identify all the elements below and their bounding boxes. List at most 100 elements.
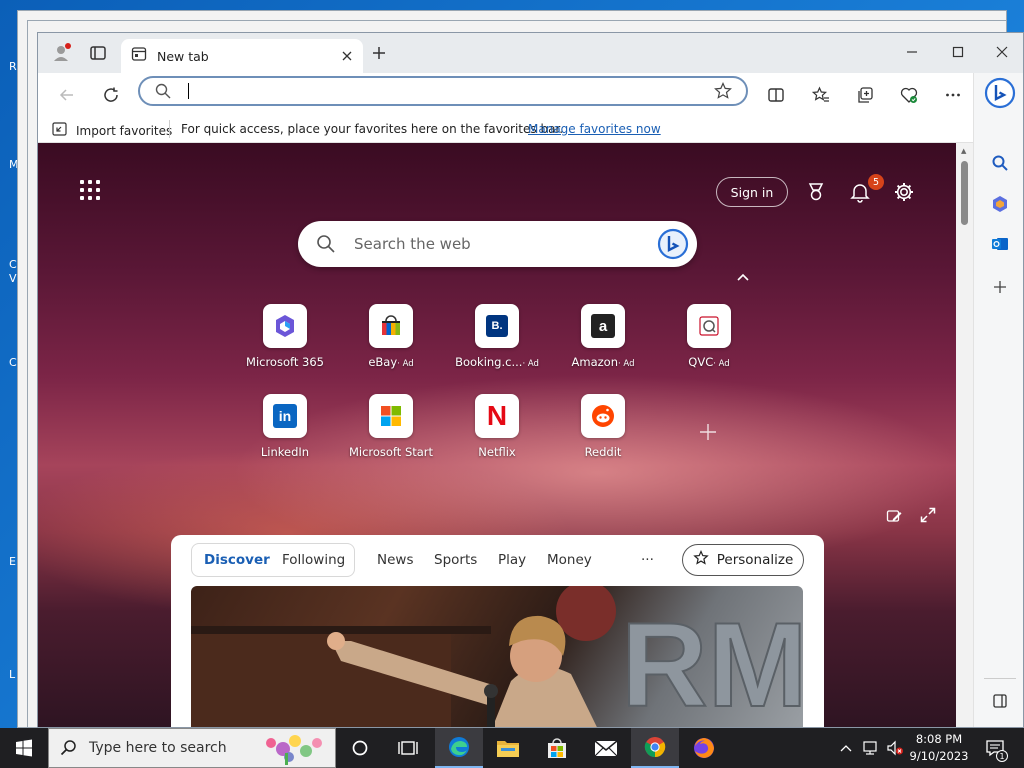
tab-play[interactable]: Play xyxy=(498,552,526,568)
hide-sidebar-icon[interactable] xyxy=(987,688,1013,714)
quick-link-ebay[interactable]: eBay· Ad xyxy=(336,304,446,380)
tab-news[interactable]: News xyxy=(377,552,413,568)
search-highlight-flowers-icon xyxy=(259,731,331,768)
desktop-icon-label[interactable]: R xyxy=(9,60,17,73)
tab-title: New tab xyxy=(157,48,209,64)
personalize-label: Personalize xyxy=(716,552,794,568)
expand-icon[interactable] xyxy=(920,507,936,527)
firefox-icon[interactable] xyxy=(680,728,728,768)
outlook-icon[interactable] xyxy=(987,231,1013,257)
tab-sports[interactable]: Sports xyxy=(434,552,477,568)
file-explorer-icon[interactable] xyxy=(484,728,532,768)
back-arrow-icon[interactable] xyxy=(52,81,82,109)
collapse-chevron-icon[interactable] xyxy=(736,267,750,286)
taskbar-edge-icon[interactable] xyxy=(435,728,483,768)
microsoft-365-icon xyxy=(263,304,307,348)
manage-favorites-link[interactable]: Manage favorites now xyxy=(528,122,661,136)
desktop-icon-label[interactable]: V xyxy=(9,272,17,285)
taskbar-clock[interactable]: 8:08 PM 9/10/2023 xyxy=(908,731,970,765)
profile-icon[interactable] xyxy=(50,41,74,65)
import-favorites-button[interactable]: Import favorites xyxy=(52,121,172,140)
text-caret xyxy=(188,83,189,99)
desktop-icon-label[interactable]: C xyxy=(9,356,17,369)
page-scrollbar[interactable]: ▲ xyxy=(956,143,973,727)
volume-muted-icon[interactable] xyxy=(884,728,906,768)
quick-link-netflix[interactable]: N Netflix xyxy=(442,394,552,470)
new-tab-plus-icon[interactable] xyxy=(367,41,391,65)
taskbar-search-input[interactable]: Type here to search xyxy=(48,728,336,768)
favorite-star-icon[interactable] xyxy=(714,82,732,104)
hero-sign-text: RM xyxy=(621,598,803,728)
tab-new-tab[interactable]: New tab xyxy=(121,39,363,73)
more-tabs-button[interactable]: ··· xyxy=(641,552,654,568)
notification-badge: 5 xyxy=(868,174,884,190)
refresh-icon[interactable] xyxy=(96,81,126,109)
tile-label: Booking.c... xyxy=(455,355,523,369)
web-search-input[interactable]: Search the web xyxy=(298,221,697,267)
collections-icon[interactable] xyxy=(850,81,880,109)
task-view-icon[interactable] xyxy=(386,728,430,768)
add-sidebar-app-icon[interactable] xyxy=(987,274,1013,300)
booking-icon: B. xyxy=(475,304,519,348)
favorites-icon[interactable] xyxy=(806,81,836,109)
qvc-icon xyxy=(687,304,731,348)
quick-link-reddit[interactable]: Reddit xyxy=(548,394,658,470)
search-icon xyxy=(60,739,78,761)
network-icon[interactable] xyxy=(860,728,882,768)
quick-link-microsoft-start[interactable]: Microsoft Start xyxy=(336,394,446,470)
reddit-icon xyxy=(581,394,625,438)
title-bar: New tab xyxy=(38,33,1023,73)
close-tab-icon[interactable] xyxy=(341,47,353,66)
start-windows-icon[interactable] xyxy=(0,728,48,768)
settings-gear-icon[interactable] xyxy=(891,179,917,205)
microsoft-store-icon[interactable] xyxy=(533,728,581,768)
scrollbar-thumb[interactable] xyxy=(961,161,968,225)
sidebar-search-icon[interactable] xyxy=(987,150,1013,176)
action-center-icon[interactable]: 1 xyxy=(978,728,1012,768)
hero-news-image[interactable]: RM xyxy=(191,586,803,728)
tab-following[interactable]: Following xyxy=(282,552,345,568)
netflix-icon: N xyxy=(475,394,519,438)
scroll-up-icon[interactable]: ▲ xyxy=(961,147,966,155)
maximize-icon[interactable] xyxy=(935,35,981,69)
quick-link-linkedin[interactable]: in LinkedIn xyxy=(230,394,340,470)
browser-essentials-icon[interactable] xyxy=(894,81,924,109)
quick-link-amazon[interactable]: a Amazon· Ad xyxy=(548,304,658,380)
edit-background-icon[interactable] xyxy=(886,508,902,528)
show-hidden-icons-chevron-icon[interactable] xyxy=(836,728,856,768)
add-quick-link-icon[interactable] xyxy=(699,423,717,445)
import-icon xyxy=(52,121,70,140)
ebay-bag-icon xyxy=(369,304,413,348)
sparkle-star-icon xyxy=(692,550,709,570)
bing-chat-icon[interactable] xyxy=(984,77,1016,109)
bing-chat-icon[interactable] xyxy=(657,228,689,264)
rewards-icon[interactable] xyxy=(803,179,829,205)
tab-discover[interactable]: Discover xyxy=(204,552,270,568)
cortana-circle-icon[interactable] xyxy=(338,728,382,768)
sign-in-button[interactable]: Sign in xyxy=(716,177,788,207)
desktop-icon-label[interactable]: L xyxy=(9,668,15,681)
desktop-icon-label[interactable]: E xyxy=(9,555,16,568)
minimize-icon[interactable] xyxy=(889,35,935,69)
taskbar-search-placeholder: Type here to search xyxy=(89,740,227,756)
tab-actions-icon[interactable] xyxy=(86,41,110,65)
quick-link-qvc[interactable]: QVC· Ad xyxy=(654,304,764,380)
windows-taskbar: Type here to search 8:08 PM 9/10/2023 1 xyxy=(0,728,1024,768)
chrome-icon[interactable] xyxy=(631,728,679,768)
address-bar[interactable] xyxy=(138,76,748,106)
tab-money[interactable]: Money xyxy=(547,552,592,568)
copilot-icon[interactable] xyxy=(987,191,1013,217)
tile-label: Reddit xyxy=(584,445,622,459)
quick-link-microsoft-365[interactable]: Microsoft 365 xyxy=(230,304,340,380)
app-launcher-icon[interactable] xyxy=(80,180,100,200)
split-screen-icon[interactable] xyxy=(761,81,791,109)
tile-label: Amazon xyxy=(571,355,618,369)
quick-link-booking[interactable]: B. Booking.c...· Ad xyxy=(442,304,552,380)
close-window-icon[interactable] xyxy=(979,35,1023,69)
mail-icon[interactable] xyxy=(582,728,630,768)
desktop-icon-label[interactable]: C xyxy=(9,258,17,271)
more-options-icon[interactable] xyxy=(938,81,968,109)
personalize-button[interactable]: Personalize xyxy=(682,544,804,576)
favorites-divider xyxy=(169,120,170,138)
new-tab-icon xyxy=(131,46,147,66)
